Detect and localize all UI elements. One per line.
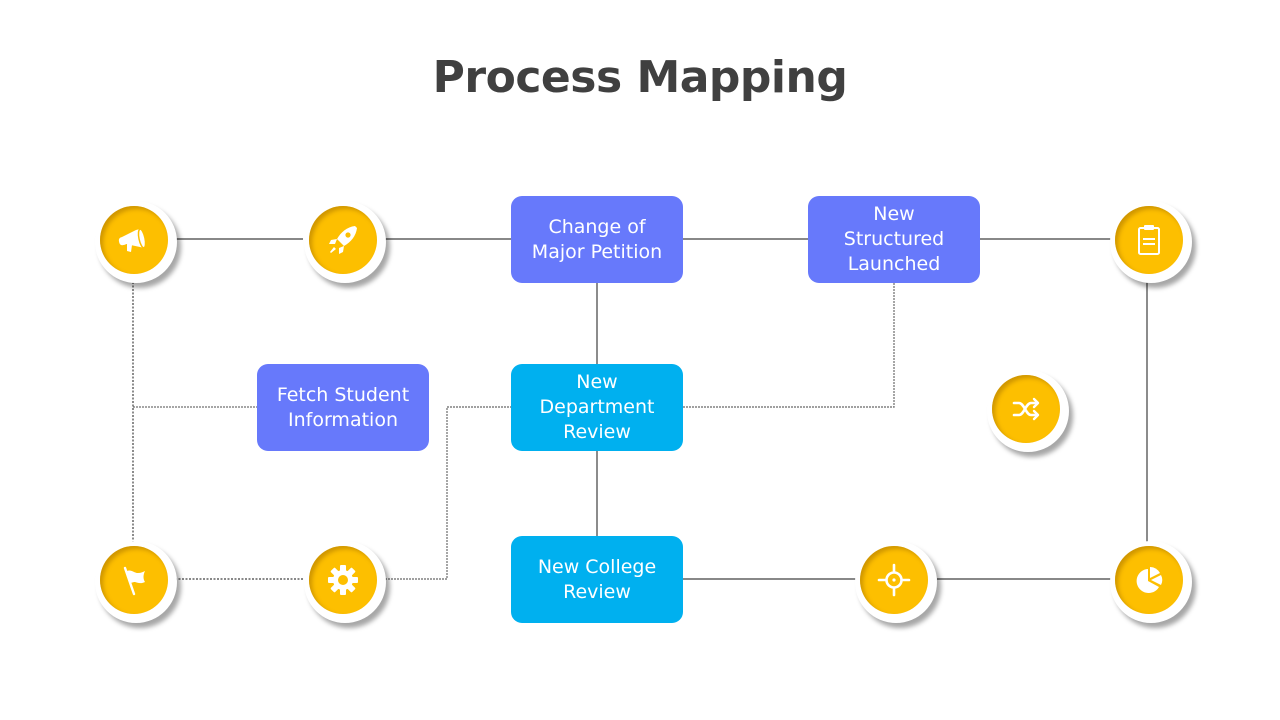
gear-icon	[328, 565, 358, 595]
pie-chart-icon	[1136, 566, 1163, 593]
node-megaphone	[95, 201, 177, 283]
node-clipboard	[1110, 201, 1192, 283]
clipboard-icon	[1138, 225, 1160, 255]
flag-icon	[123, 566, 145, 596]
box-new-structured-launched: New Structured Launched	[808, 196, 980, 283]
box-change-of-major-petition: Change of Major Petition	[511, 196, 683, 283]
node-pie-chart	[1110, 541, 1192, 623]
connector-department-structured	[683, 282, 895, 408]
rocket-icon	[329, 226, 357, 254]
node-target	[855, 541, 937, 623]
megaphone-icon	[118, 228, 147, 252]
node-gear	[304, 541, 386, 623]
box-fetch-student-information: Fetch Student Information	[257, 364, 429, 451]
box-new-department-review: New Department Review	[511, 364, 683, 451]
node-shuffle	[987, 370, 1069, 452]
shuffle-icon	[1012, 397, 1040, 421]
target-icon	[877, 563, 911, 597]
node-flag	[95, 541, 177, 623]
node-rocket	[304, 201, 386, 283]
box-new-college-review: New College Review	[511, 536, 683, 623]
